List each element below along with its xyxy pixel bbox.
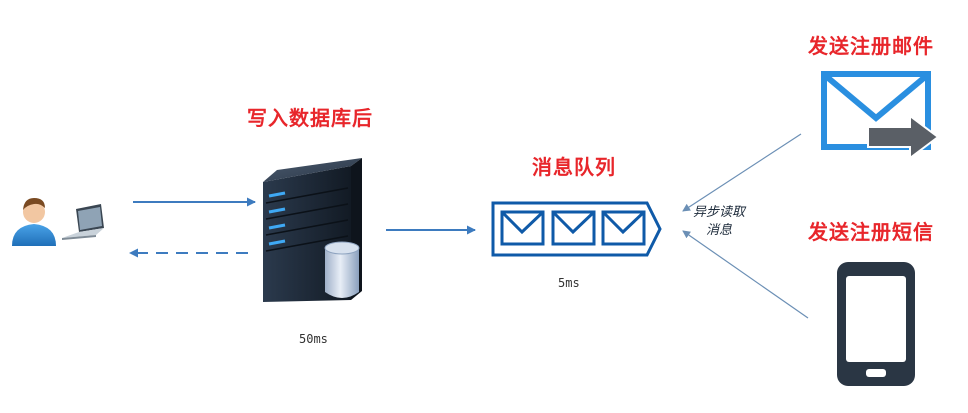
mq-time-label: 5ms xyxy=(558,276,580,290)
async-arrow-email xyxy=(682,133,802,212)
server-time-label: 50ms xyxy=(299,332,328,346)
architecture-diagram: 写入数据库后 消息队列 发送注册邮件 发送注册短信 异步读取 消息 50ms 5… xyxy=(0,0,968,409)
diagram-canvas xyxy=(12,71,940,386)
db-write-label: 写入数据库后 xyxy=(247,106,373,130)
laptop-icon xyxy=(62,204,104,240)
phone-icon xyxy=(837,262,915,386)
async-read-label: 异步读取 消息 xyxy=(690,204,748,240)
database-icon xyxy=(324,241,360,298)
async-read-line1: 异步读取 xyxy=(692,205,745,220)
async-arrow-sms xyxy=(682,230,809,319)
async-read-line2: 消息 xyxy=(705,223,732,238)
message-queue-icon xyxy=(491,201,662,257)
email-label: 发送注册邮件 xyxy=(808,34,934,58)
message-queue-label: 消息队列 xyxy=(532,155,616,179)
sms-label: 发送注册短信 xyxy=(808,220,934,244)
user-icon xyxy=(12,198,56,246)
